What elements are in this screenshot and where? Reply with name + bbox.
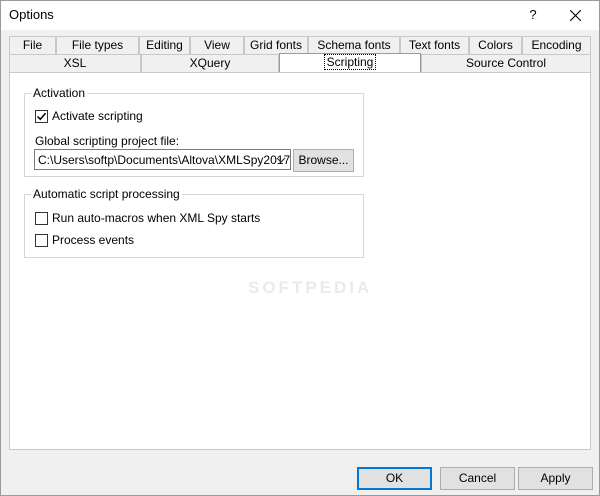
activate-scripting-checkbox[interactable] [35, 109, 48, 123]
softpedia-watermark: SOFTPEDIA [248, 278, 373, 297]
process-events-option[interactable]: Process events [35, 232, 134, 248]
tab-file[interactable]: File [9, 36, 56, 54]
close-icon [570, 10, 581, 21]
title-bar[interactable]: Options ? [1, 1, 599, 30]
run-auto-macros-checkbox[interactable] [35, 211, 48, 225]
chevron-down-icon [276, 157, 286, 163]
checkmark-icon [36, 112, 47, 120]
cancel-button[interactable]: Cancel [440, 467, 515, 490]
tab-grid-fonts[interactable]: Grid fonts [244, 36, 308, 54]
activation-group: Activation Activate scripting Global scr… [24, 86, 364, 177]
tab-file-types[interactable]: File types [56, 36, 139, 54]
tab-colors[interactable]: Colors [469, 36, 522, 54]
combo-dropdown-button[interactable] [273, 150, 290, 169]
ok-button[interactable]: OK [357, 467, 432, 490]
process-events-checkbox[interactable] [35, 233, 48, 247]
auto-script-group: Automatic script processing Run auto-mac… [24, 187, 364, 258]
tab-view[interactable]: View [190, 36, 244, 54]
tab-encoding[interactable]: Encoding [522, 36, 591, 54]
activation-group-title: Activation [31, 86, 88, 100]
project-file-combobox[interactable]: C:\Users\softp\Documents\Altova\XMLSpy20… [34, 149, 291, 170]
apply-button[interactable]: Apply [518, 467, 593, 490]
tab-strip: File File types Editing View Grid fonts … [9, 36, 591, 72]
help-button[interactable]: ? [513, 1, 553, 30]
run-auto-macros-label: Run auto-macros when XML Spy starts [52, 211, 261, 225]
run-auto-macros-option[interactable]: Run auto-macros when XML Spy starts [35, 210, 260, 226]
tab-scripting[interactable]: Scripting [279, 53, 421, 72]
scripting-panel: Activation Activate scripting Global scr… [9, 72, 591, 450]
tab-xquery[interactable]: XQuery [141, 54, 279, 72]
tab-source-control[interactable]: Source Control [421, 54, 591, 72]
dialog-title: Options [9, 7, 54, 22]
options-dialog: Options ? File File types Editing View G… [0, 0, 600, 496]
activate-scripting-label: Activate scripting [52, 109, 143, 123]
process-events-label: Process events [52, 233, 135, 247]
tab-xsl[interactable]: XSL [9, 54, 141, 72]
browse-button[interactable]: Browse... [293, 149, 354, 172]
close-button[interactable] [553, 1, 599, 30]
auto-script-group-title: Automatic script processing [31, 187, 182, 201]
project-file-label: Global scripting project file: [35, 134, 180, 148]
tab-editing[interactable]: Editing [139, 36, 190, 54]
project-file-value: C:\Users\softp\Documents\Altova\XMLSpy20… [38, 153, 291, 167]
tab-schema-fonts[interactable]: Schema fonts [308, 36, 400, 54]
tab-text-fonts[interactable]: Text fonts [400, 36, 469, 54]
activate-scripting-option[interactable]: Activate scripting [35, 108, 143, 124]
